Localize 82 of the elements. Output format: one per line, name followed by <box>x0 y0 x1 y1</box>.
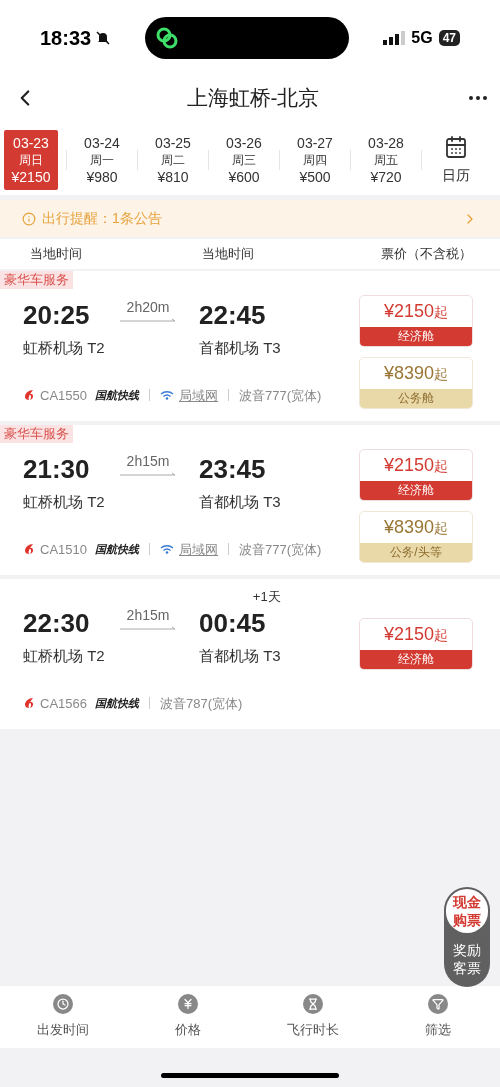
airline-logo-icon <box>23 389 35 402</box>
departure-airport: 虹桥机场 T2 <box>23 338 106 358</box>
info-icon <box>22 211 36 226</box>
cabin-class: 公务舱 <box>360 389 472 408</box>
fare-option[interactable]: ¥2150起 经济舱 <box>359 618 473 670</box>
bell-muted-icon <box>95 29 112 46</box>
page-title: 上海虹桥-北京 <box>186 84 320 111</box>
service-tag: 豪华车服务 <box>0 425 73 443</box>
clock-icon <box>52 994 73 1015</box>
sort-option[interactable]: 筛选 <box>375 994 500 1040</box>
flight-card[interactable]: 豪华车服务 21:30 虹桥机场 T2 2h15m 23:45 首都机场 T3 CA1510 国航快线 局域网 波音777(宽体) ¥2150起 经济舱 ¥8390起 公务/头等 <box>0 425 500 575</box>
fare-option[interactable]: ¥8390起 公务/头等 <box>359 511 473 563</box>
calendar-icon <box>444 134 468 159</box>
column-header: 当地时间 <box>202 245 254 264</box>
flight-number: CA1550 <box>40 386 87 405</box>
fare-option[interactable]: ¥8390起 公务舱 <box>359 357 473 409</box>
fare-price: ¥8390起 <box>382 362 450 385</box>
day-offset: +1天 <box>252 588 281 606</box>
flight-duration: 2h15m <box>126 606 170 625</box>
sort-option[interactable]: 飞行时长 <box>250 994 375 1040</box>
sort-option[interactable]: 价格 <box>125 994 250 1040</box>
filter-icon <box>427 994 448 1015</box>
flight-number: CA1566 <box>40 694 87 713</box>
date-tab[interactable]: 03-23 周日 ¥2150 <box>4 130 58 190</box>
wifi-link[interactable]: 局域网 <box>179 385 218 405</box>
departure-time: 20:25 <box>23 299 91 331</box>
ticket-type-option[interactable]: 奖励客票 <box>446 937 488 981</box>
aircraft-type: 波音777(宽体) <box>239 540 322 559</box>
arrival-airport: 首都机场 T3 <box>199 338 281 358</box>
calendar-button[interactable]: 日历 <box>442 134 470 186</box>
arrival-time: 22:45 <box>199 299 267 331</box>
sort-option[interactable]: 出发时间 <box>0 994 125 1040</box>
notice-text: 出行提醒：1条公告 <box>42 209 163 228</box>
network-type: 5G <box>411 27 433 48</box>
battery-icon: 47 <box>438 29 460 46</box>
airline-logo-icon <box>23 543 35 556</box>
flight-card[interactable]: 22:30 虹桥机场 T2 2h15m +1天 00:45 首都机场 T3 CA1566 国航快线 波音787(宽体) ¥2150起 经济舱 <box>0 579 500 729</box>
wifi-icon <box>160 544 174 555</box>
date-tab[interactable]: 03-27 周四 ¥500 <box>288 130 342 190</box>
flight-card[interactable]: 豪华车服务 20:25 虹桥机场 T2 2h20m 22:45 首都机场 T3 CA1550 国航快线 局域网 波音777(宽体) ¥2150起 经济舱 ¥8390起 公务舱 <box>0 271 500 421</box>
column-header: 票价（不含税） <box>381 245 472 264</box>
wifi-link[interactable]: 局域网 <box>179 539 218 559</box>
arrival-time: 00:45 <box>199 607 267 639</box>
fare-price: ¥2150起 <box>382 300 450 323</box>
fare-price: ¥2150起 <box>382 454 450 477</box>
airline-brand: 国航快线 <box>95 388 139 403</box>
arrival-airport: 首都机场 T3 <box>199 646 281 666</box>
departure-time: 21:30 <box>23 453 91 485</box>
status-time: 18:33 <box>40 25 92 51</box>
wifi-icon <box>160 390 174 401</box>
fare-price: ¥8390起 <box>382 516 450 539</box>
date-tab[interactable]: 03-28 周五 ¥720 <box>359 130 413 190</box>
arrival-airport: 首都机场 T3 <box>199 492 281 512</box>
departure-airport: 虹桥机场 T2 <box>23 646 106 666</box>
departure-airport: 虹桥机场 T2 <box>23 492 106 512</box>
cabin-class: 经济舱 <box>360 327 472 346</box>
cabin-class: 经济舱 <box>360 650 472 669</box>
column-header: 当地时间 <box>30 245 82 264</box>
flight-duration: 2h15m <box>126 452 170 471</box>
airline-logo-icon <box>23 697 35 710</box>
airline-brand: 国航快线 <box>95 696 139 711</box>
date-tab[interactable]: 03-24 周一 ¥980 <box>75 130 129 190</box>
fare-price: ¥2150起 <box>382 623 450 646</box>
service-tag: 豪华车服务 <box>0 271 73 289</box>
date-tab[interactable]: 03-25 周二 ¥810 <box>146 130 200 190</box>
fare-option[interactable]: ¥2150起 经济舱 <box>359 295 473 347</box>
flight-number: CA1510 <box>40 540 87 559</box>
cabin-class: 经济舱 <box>360 481 472 500</box>
more-icon[interactable] <box>468 94 488 101</box>
signal-icon <box>383 30 406 45</box>
aircraft-type: 波音787(宽体) <box>160 694 243 713</box>
fare-option[interactable]: ¥2150起 经济舱 <box>359 449 473 501</box>
date-tab[interactable]: 03-26 周三 ¥600 <box>217 130 271 190</box>
duration-icon <box>302 994 323 1015</box>
departure-time: 22:30 <box>23 607 91 639</box>
cabin-class: 公务/头等 <box>360 543 472 562</box>
price-icon <box>177 994 198 1015</box>
airline-brand: 国航快线 <box>95 542 139 557</box>
arrival-time: 23:45 <box>199 453 267 485</box>
flight-duration: 2h20m <box>126 298 170 317</box>
aircraft-type: 波音777(宽体) <box>239 386 322 405</box>
ticket-type-option[interactable]: 现金购票 <box>446 889 488 933</box>
